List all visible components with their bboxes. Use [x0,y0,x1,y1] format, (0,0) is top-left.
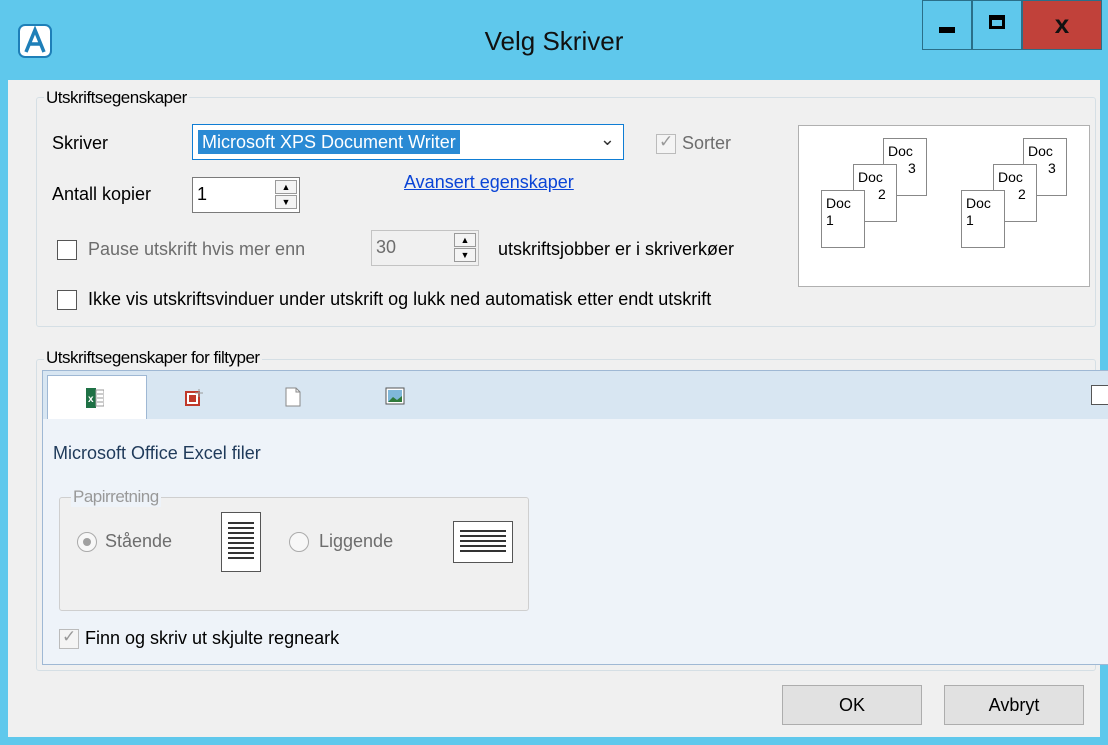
maximize-icon [989,15,1005,29]
printer-label: Skriver [52,133,109,153]
minimize-icon [939,27,955,33]
printer-select-value: Microsoft XPS Document Writer [198,130,460,154]
minimize-button[interactable] [922,0,972,50]
copies-stepper[interactable]: 1 ▲ ▼ [192,177,300,213]
landscape-label: Liggende [319,531,394,551]
print-dialog-window: Velg Skriver x Utskriftsegenskaper Skriv… [0,0,1108,745]
ok-button[interactable]: OK [782,685,922,725]
title-bar[interactable]: Velg Skriver x [0,0,1108,80]
chevron-down-icon[interactable]: ⌄ [600,129,615,150]
filetypes-legend: Utskriftsegenskaper for filtyper [44,348,262,368]
copies-label: Antall kopier [52,184,152,204]
filetype-tabstrip: x [42,370,1108,421]
maximize-button[interactable] [972,0,1022,50]
pause-checkbox[interactable] [57,240,77,260]
svg-text:x: x [88,394,94,405]
checkmark-icon: ✓ [62,627,77,646]
excel-icon: x [86,388,104,408]
orientation-legend: Papirretning [71,487,161,507]
preview-doc-b1: Doc 1 [961,190,1005,248]
dialog-body: Utskriftsegenskaper Skriver Microsoft XP… [8,80,1108,737]
hidden-sheets-label: Finn og skriv ut skjulte regneark [85,628,340,648]
powerpoint-icon [185,389,203,406]
sort-checkbox[interactable]: ✓ [656,132,676,154]
filetype-all-checkbox[interactable] [1091,385,1108,405]
copies-up-button[interactable]: ▲ [275,180,297,194]
print-properties-legend: Utskriftsegenskaper [44,88,189,108]
tab-image[interactable] [347,375,447,421]
tab-powerpoint[interactable] [147,375,247,421]
copies-down-button[interactable]: ▼ [275,195,297,209]
preview-doc-a1: Doc 1 [821,190,865,248]
close-icon: x [1054,9,1070,39]
copies-value: 1 [197,184,208,204]
close-button[interactable]: x [1022,0,1102,50]
landscape-page-icon [453,521,513,563]
tab-excel[interactable]: x [47,375,147,421]
cancel-button[interactable]: Avbryt [944,685,1084,725]
advanced-properties-link[interactable]: Avansert egenskaper [404,172,574,193]
portrait-radio[interactable] [77,532,97,552]
image-icon [385,387,405,405]
pause-label: Pause utskrift hvis mer enn [88,239,306,259]
excel-tab-panel: Microsoft Office Excel filer Papirretnin… [42,419,1108,665]
document-icon [285,387,301,407]
pause-up-button[interactable]: ▲ [454,233,476,247]
hide-print-windows-label: Ikke vis utskriftsvinduer under utskrift… [88,289,712,309]
landscape-radio[interactable] [289,532,309,552]
printer-select[interactable]: Microsoft XPS Document Writer ⌄ [192,124,624,160]
checkmark-icon: ✓ [659,132,674,151]
panel-title: Microsoft Office Excel filer [53,443,261,463]
pause-count-stepper[interactable]: 30 ▲ ▼ [371,230,479,266]
sort-label: Sorter [682,133,732,153]
pause-down-button[interactable]: ▼ [454,248,476,262]
portrait-page-icon [221,512,261,572]
portrait-label: Stående [105,531,173,551]
hide-print-windows-checkbox[interactable] [57,290,77,310]
pause-count-value: 30 [376,237,397,257]
pause-suffix-label: utskriftsjobber er i skriverkøer [498,239,735,259]
tab-document[interactable] [247,375,347,421]
hidden-sheets-checkbox[interactable]: ✓ [59,627,79,649]
collate-preview: Doc 3 Doc 2 Doc 1 Doc 3 Doc 2 Doc 1 [798,125,1090,287]
